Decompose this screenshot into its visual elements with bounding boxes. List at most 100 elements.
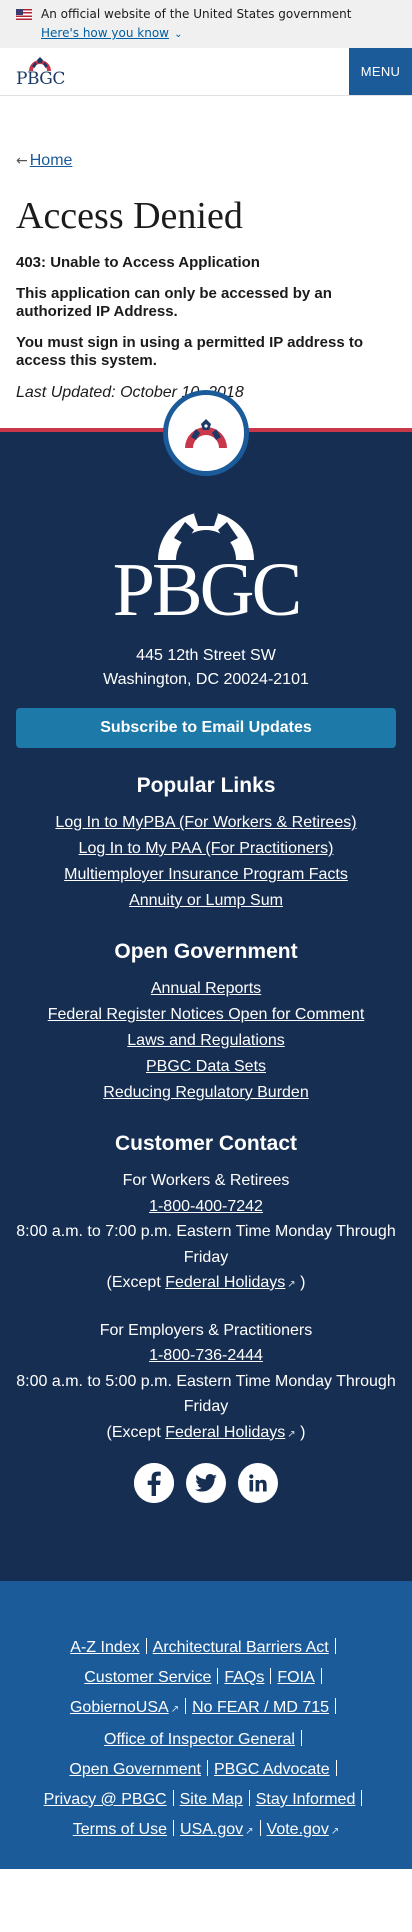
footer-logo-text: PBGC [112,548,303,632]
linkedin-icon[interactable] [238,1463,278,1503]
contact-workers-except-suffix: ) [300,1274,306,1291]
footer-badge-icon [163,390,249,476]
footer-bottom: A-Z Index Architectural Barriers Act Cust… [0,1581,412,1869]
error-code: 403: Unable to Access Application [16,254,260,271]
footer-link-foia[interactable]: FOIA [277,1669,314,1686]
footer-link-open-government[interactable]: Open Government [69,1761,201,1778]
contact-workers-hours: 8:00 a.m. to 7:00 p.m. Eastern Time Mond… [16,1223,396,1266]
gov-banner: An official website of the United States… [0,0,412,48]
divider [361,1790,363,1806]
arrow-left-icon: ← [16,153,28,169]
divider [335,1698,337,1714]
footer-link-customer-service[interactable]: Customer Service [84,1669,211,1686]
divider [145,1638,147,1654]
breadcrumb: ← Home [16,152,396,170]
facebook-icon[interactable] [134,1463,174,1503]
footer-link-stay-informed[interactable]: Stay Informed [256,1791,356,1808]
footer-link-faqs[interactable]: FAQs [224,1669,264,1686]
contact-employers-phone[interactable]: 1-800-736-2444 [149,1347,263,1364]
divider [335,1760,337,1776]
address: 445 12th Street SW Washington, DC 20024-… [16,644,396,692]
popular-link-annuity[interactable]: Annuity or Lump Sum [129,892,283,909]
social-links [16,1463,396,1503]
divider [173,1820,175,1836]
open-gov-link-laws[interactable]: Laws and Regulations [127,1032,284,1049]
external-link-icon: ↗ [330,1826,340,1837]
gov-banner-text: An official website of the United States… [41,7,352,21]
contact-employers: For Employers & Practitioners 1-800-736-… [16,1318,396,1448]
footer-link-gobiernousa[interactable]: GobiernoUSA [70,1699,169,1716]
customer-contact-section: Customer Contact For Workers & Retirees … [16,1132,396,1447]
us-flag-icon [16,9,32,20]
external-link-icon: ↗ [245,1826,254,1837]
address-line-2: Washington, DC 20024-2101 [103,671,309,688]
pbgc-logo[interactable]: PBGC [0,48,65,95]
popular-link-multiemployer[interactable]: Multiemployer Insurance Program Facts [64,866,348,883]
pbgc-badge-mark [185,419,227,448]
page-title: Access Denied [16,195,243,237]
external-link-icon: ↗ [287,1428,296,1440]
footer-nav-line: A-Z Index Architectural Barriers Act [10,1633,402,1663]
logo-text: PBGC [16,68,65,89]
footer-link-usa-gov[interactable]: USA.gov [180,1821,243,1838]
footer-nav-line: Open Government PBGC Advocate [10,1755,402,1785]
contact-workers-label: For Workers & Retirees [122,1172,290,1189]
footer-link-pbgc-advocate[interactable]: PBGC Advocate [214,1761,330,1778]
contact-employers-holidays-link[interactable]: Federal Holidays [165,1424,285,1441]
footer-nav-line: Terms of Use USA.gov ↗ Vote.gov ↗ [10,1815,402,1847]
popular-links-heading: Popular Links [136,774,276,797]
footer-link-a-z-index[interactable]: A-Z Index [70,1639,139,1656]
menu-button[interactable]: MENU [349,48,412,95]
footer-nav-line: GobiernoUSA ↗ No FEAR / MD 715 [10,1693,402,1725]
footer-link-architectural-barriers[interactable]: Architectural Barriers Act [153,1639,329,1656]
main-content: ← Home Access Denied 403: Unable to Acce… [0,96,412,428]
footer-link-no-fear[interactable]: No FEAR / MD 715 [192,1699,329,1716]
contact-workers-holidays-link[interactable]: Federal Holidays [165,1274,285,1291]
error-message-2: You must sign in using a permitted IP ad… [16,334,363,369]
subscribe-button[interactable]: Subscribe to Email Updates [16,708,396,748]
footer-link-site-map[interactable]: Site Map [180,1791,243,1808]
heres-how-you-know-link[interactable]: Here's how you know [41,26,169,40]
external-link-icon: ↗ [170,1704,180,1715]
popular-link-mypba[interactable]: Log In to MyPBA (For Workers & Retirees) [55,814,356,831]
divider [217,1668,219,1684]
divider [270,1668,272,1684]
open-government-section: Open Government Annual Reports Federal R… [16,940,396,1106]
open-gov-link-regulatory-burden[interactable]: Reducing Regulatory Burden [103,1084,308,1101]
divider [248,1790,250,1806]
external-link-icon: ↗ [287,1279,296,1290]
customer-contact-heading: Customer Contact [114,1132,298,1155]
open-gov-link-annual-reports[interactable]: Annual Reports [151,980,261,997]
popular-links-section: Popular Links Log In to MyPBA (For Worke… [16,774,396,914]
footer-main: PBGC 445 12th Street SW Washington, DC 2… [0,390,412,1581]
footer-nav-line: Privacy @ PBGC Site Map Stay Informed [10,1785,402,1815]
footer-logo: PBGC [16,504,396,632]
chevron-down-icon: ⌄ [174,29,183,40]
divider [207,1760,208,1776]
address-line-1: 445 12th Street SW [136,647,276,664]
contact-employers-except-prefix: (Except [106,1423,161,1441]
footer-link-privacy[interactable]: Privacy @ PBGC [44,1791,167,1808]
site-header: PBGC MENU [0,48,412,96]
breadcrumb-home-link[interactable]: Home [30,152,73,170]
divider [320,1668,322,1684]
divider [185,1698,187,1714]
open-government-heading: Open Government [114,940,298,963]
footer-link-inspector-general[interactable]: Office of Inspector General [104,1731,295,1748]
footer-nav-line: Customer Service FAQs FOIA [10,1663,402,1693]
footer-nav-line: Office of Inspector General [10,1725,402,1755]
contact-employers-hours: 8:00 a.m. to 5:00 p.m. Eastern Time Mond… [16,1372,396,1416]
divider [172,1790,174,1806]
popular-link-mypaa[interactable]: Log In to My PAA (For Practitioners) [79,840,334,857]
contact-workers: For Workers & Retirees 1-800-400-7242 8:… [16,1168,396,1298]
contact-workers-except-prefix: (Except [106,1274,161,1291]
contact-workers-phone[interactable]: 1-800-400-7242 [149,1198,263,1215]
open-gov-link-data-sets[interactable]: PBGC Data Sets [146,1058,266,1075]
divider [334,1638,336,1654]
twitter-icon[interactable] [186,1463,226,1503]
open-gov-link-federal-register[interactable]: Federal Register Notices Open for Commen… [48,1006,365,1023]
pbgc-logo-icon [29,56,52,71]
footer-link-terms-of-use[interactable]: Terms of Use [73,1821,167,1838]
contact-employers-except-suffix: ) [300,1423,306,1441]
footer-link-vote-gov[interactable]: Vote.gov [267,1821,329,1838]
